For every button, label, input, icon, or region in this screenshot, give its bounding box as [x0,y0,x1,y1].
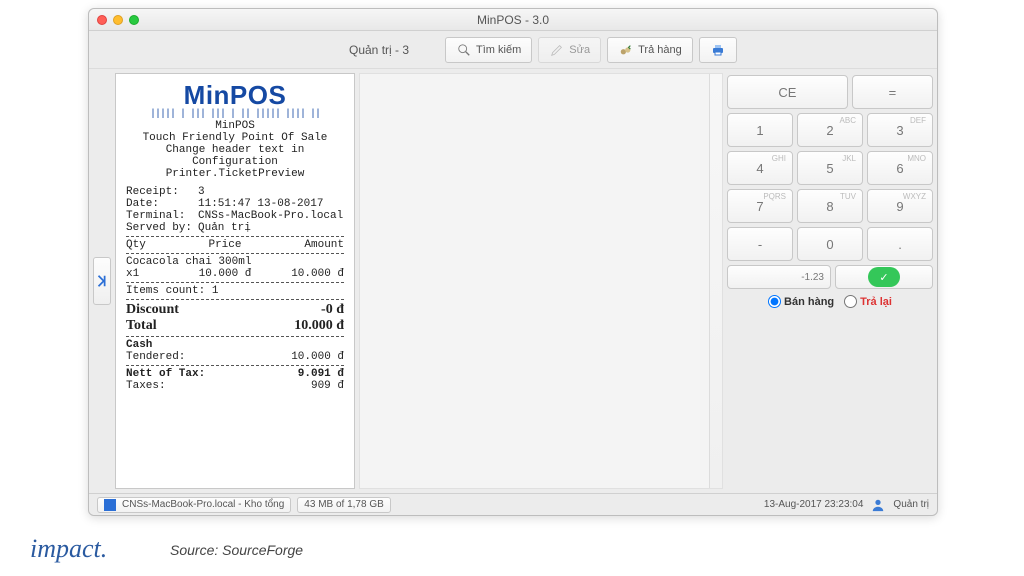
expand-button[interactable] [93,257,111,305]
left-slot [93,73,111,489]
key-0[interactable]: 0 [797,227,863,261]
keypad: CE = 1 2ABC 3DEF 4GHI 5JKL 6MNO 7PQRS 8T… [727,73,933,489]
search-button[interactable]: Tìm kiếm [445,37,532,63]
toolbar: Quản trị - 3 Tìm kiếm Sửa Trả hàng [89,31,937,69]
key-3[interactable]: 3DEF [867,113,933,147]
print-button[interactable] [699,37,737,63]
line-mult: x1 [126,268,176,280]
receipt-header2: Touch Friendly Point Of Sale [126,132,344,144]
radio-return[interactable]: Trả lại [844,295,892,308]
scrollbar[interactable] [714,240,720,300]
content-area: MinPOS ||||| | ||| ||| | || ||||| |||| |… [89,69,937,493]
edit-label: Sửa [569,44,590,56]
maximize-icon[interactable] [129,15,139,25]
status-user: Quản trị [893,499,929,510]
titlebar[interactable]: MinPOS - 3.0 [89,9,937,31]
window-title: MinPOS - 3.0 [89,13,937,27]
status-right: 13-Aug-2017 23:23:04 Quản trị [764,498,929,512]
total-label: Total [126,318,294,334]
receipt-barcode: ||||| | ||| ||| | || ||||| |||| || [126,109,344,120]
discount-value: -0 đ [321,302,344,318]
ticket-owner-label: Quản trị - 3 [349,43,409,57]
tendered-label: Tendered: [126,351,176,363]
receipt-date: 11:51:47 13-08-2017 [198,198,344,210]
receipt-header1: MinPOS [126,120,344,132]
status-host[interactable]: CNSs-MacBook-Pro.local - Kho tổng [97,497,291,513]
receipt-label: Receipt: [126,186,198,198]
status-memory[interactable]: 43 MB of 1,78 GB [297,497,391,513]
date-label: Date: [126,198,198,210]
receipt-header3: Change header text in Configuration [126,144,344,168]
app-window: MinPOS - 3.0 Quản trị - 3 Tìm kiếm Sửa T… [88,8,938,516]
nett-label: Nett of Tax: [126,368,274,380]
key-8[interactable]: 8TUV [797,189,863,223]
close-icon[interactable] [97,15,107,25]
col-price: Price [176,239,274,251]
key-6[interactable]: 6MNO [867,151,933,185]
receipt-header4: Printer.TicketPreview [126,168,344,180]
source-text: Source: SourceForge [170,542,303,558]
minimize-icon[interactable] [113,15,123,25]
statusbar: CNSs-MacBook-Pro.local - Kho tổng 43 MB … [89,493,937,515]
edit-button[interactable]: Sửa [538,37,601,63]
key-7[interactable]: 7PQRS [727,189,793,223]
receipt-logo: MinPOS [126,80,344,111]
key-1[interactable]: 1 [727,113,793,147]
key-minus[interactable]: - [727,227,793,261]
total-value: 10.000 đ [294,318,344,334]
key-ok[interactable]: ✓ [835,265,933,289]
receipt-preview[interactable]: MinPOS ||||| | ||| ||| | || ||||| |||| |… [115,73,355,489]
tendered-value: 10.000 đ [274,351,344,363]
key-2[interactable]: 2ABC [797,113,863,147]
return-button[interactable]: Trả hàng [607,37,693,63]
taxes-value: 909 đ [274,380,344,392]
served-label: Served by: [126,222,198,234]
key-9[interactable]: 9WXYZ [867,189,933,223]
key-5[interactable]: 5JKL [797,151,863,185]
items-count: Items count: 1 [126,285,344,297]
line-item-name: Cocacola chai 300ml [126,256,344,268]
check-icon: ✓ [868,267,900,287]
col-qty: Qty [126,239,176,251]
main-panel [359,73,723,489]
receipt-number: 3 [198,186,344,198]
key-equals[interactable]: = [852,75,933,109]
search-icon [456,42,472,58]
discount-label: Discount [126,302,321,318]
traffic-lights [97,15,139,25]
receipt-served: Quản trị [198,222,344,234]
nett-value: 9.091 đ [274,368,344,380]
terminal-label: Terminal: [126,210,198,222]
key-ce[interactable]: CE [727,75,848,109]
key-4[interactable]: 4GHI [727,151,793,185]
watermark: impact. [30,534,107,564]
taxes-label: Taxes: [126,380,274,392]
pencil-icon [549,42,565,58]
return-label: Trả hàng [638,44,682,56]
key-dot[interactable]: . [867,227,933,261]
radio-sell[interactable]: Bán hàng [768,295,834,308]
col-amount: Amount [274,239,344,251]
terminal-icon [104,499,116,511]
printer-icon [710,42,726,58]
line-amount: 10.000 đ [274,268,344,280]
key-neg[interactable]: -1.23 [727,265,831,289]
line-price: 10.000 đ [176,268,274,280]
return-icon [618,42,634,58]
search-label: Tìm kiếm [476,44,521,56]
status-datetime: 13-Aug-2017 23:23:04 [764,499,864,510]
cash-label: Cash [126,339,344,351]
chevron-right-icon [95,274,109,288]
mode-radios: Bán hàng Trả lại [727,295,933,308]
user-icon [871,498,885,512]
receipt-terminal: CNSs-MacBook-Pro.local [198,210,344,222]
